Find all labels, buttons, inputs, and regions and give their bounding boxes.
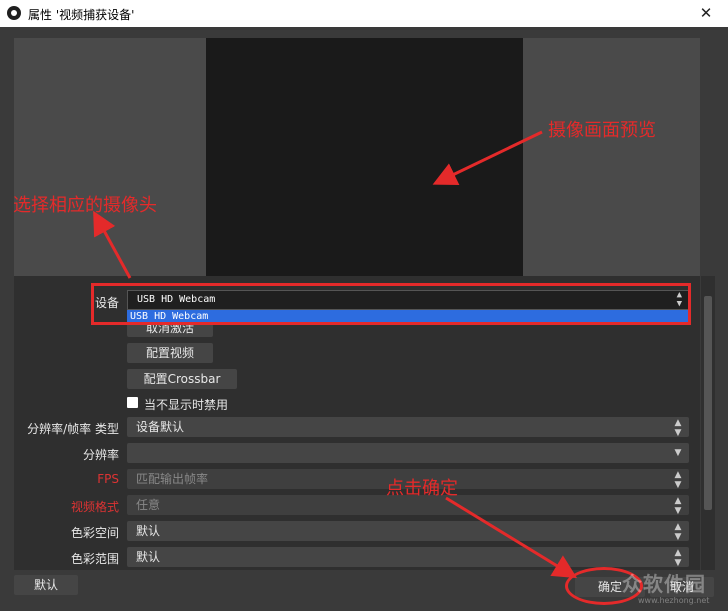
select-camera-arrow — [93, 210, 132, 279]
watermark: 众软件园 — [622, 572, 706, 596]
annotation-arrows — [93, 130, 578, 579]
watermark-url: www.hezhong.net — [638, 596, 710, 605]
click-ok-arrow — [445, 496, 578, 579]
preview-arrow — [432, 130, 543, 186]
